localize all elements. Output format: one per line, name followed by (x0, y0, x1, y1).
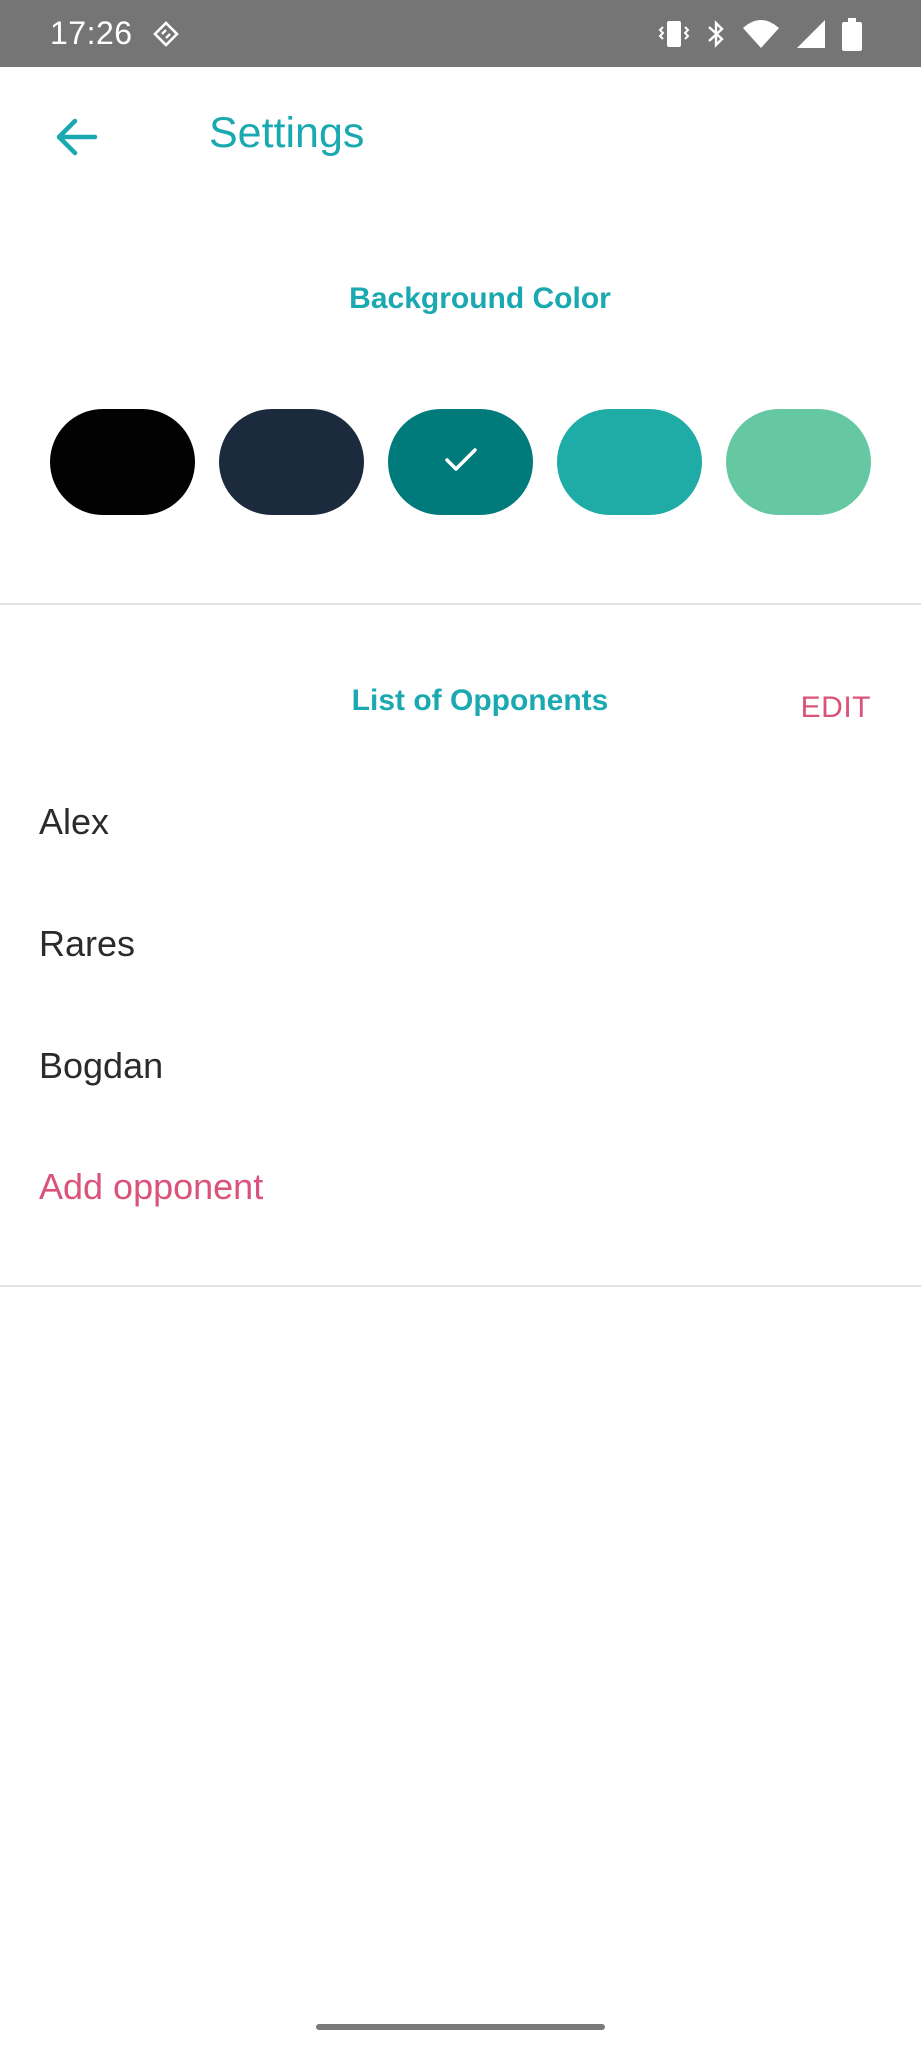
vibrate-icon (657, 18, 691, 50)
status-bar: 17:26 (0, 0, 921, 67)
section-divider (0, 1285, 921, 1287)
page-title: Settings (209, 109, 365, 157)
status-time: 17:26 (50, 15, 133, 51)
color-swatch-mint[interactable] (726, 409, 871, 515)
cellular-signal-icon (795, 18, 827, 50)
status-icons (657, 16, 863, 52)
back-button[interactable] (36, 98, 118, 180)
opponent-item[interactable]: Rares (39, 921, 135, 967)
color-swatch-row (50, 409, 872, 515)
arrow-left-icon (55, 117, 99, 162)
check-icon (441, 444, 481, 481)
battery-icon (841, 18, 863, 51)
wifi-icon (741, 18, 781, 50)
opponent-item[interactable]: Bogdan (39, 1043, 163, 1089)
opponent-item[interactable]: Alex (39, 799, 109, 845)
add-opponent-button[interactable]: Add opponent (39, 1164, 263, 1210)
bluetooth-icon (705, 18, 727, 50)
color-swatch-navy[interactable] (219, 409, 364, 515)
edit-button[interactable]: EDIT (801, 688, 871, 728)
section-divider (0, 603, 921, 605)
color-swatch-black[interactable] (50, 409, 195, 515)
color-swatch-dark-teal[interactable] (388, 409, 533, 515)
android-debug-diamond-icon (152, 20, 180, 48)
color-swatch-teal[interactable] (557, 409, 702, 515)
app-bar: Settings (0, 67, 921, 203)
opponents-title: List of Opponents (351, 684, 609, 717)
background-color-title: Background Color (349, 282, 611, 315)
gesture-navigation-bar[interactable] (316, 2024, 605, 2030)
